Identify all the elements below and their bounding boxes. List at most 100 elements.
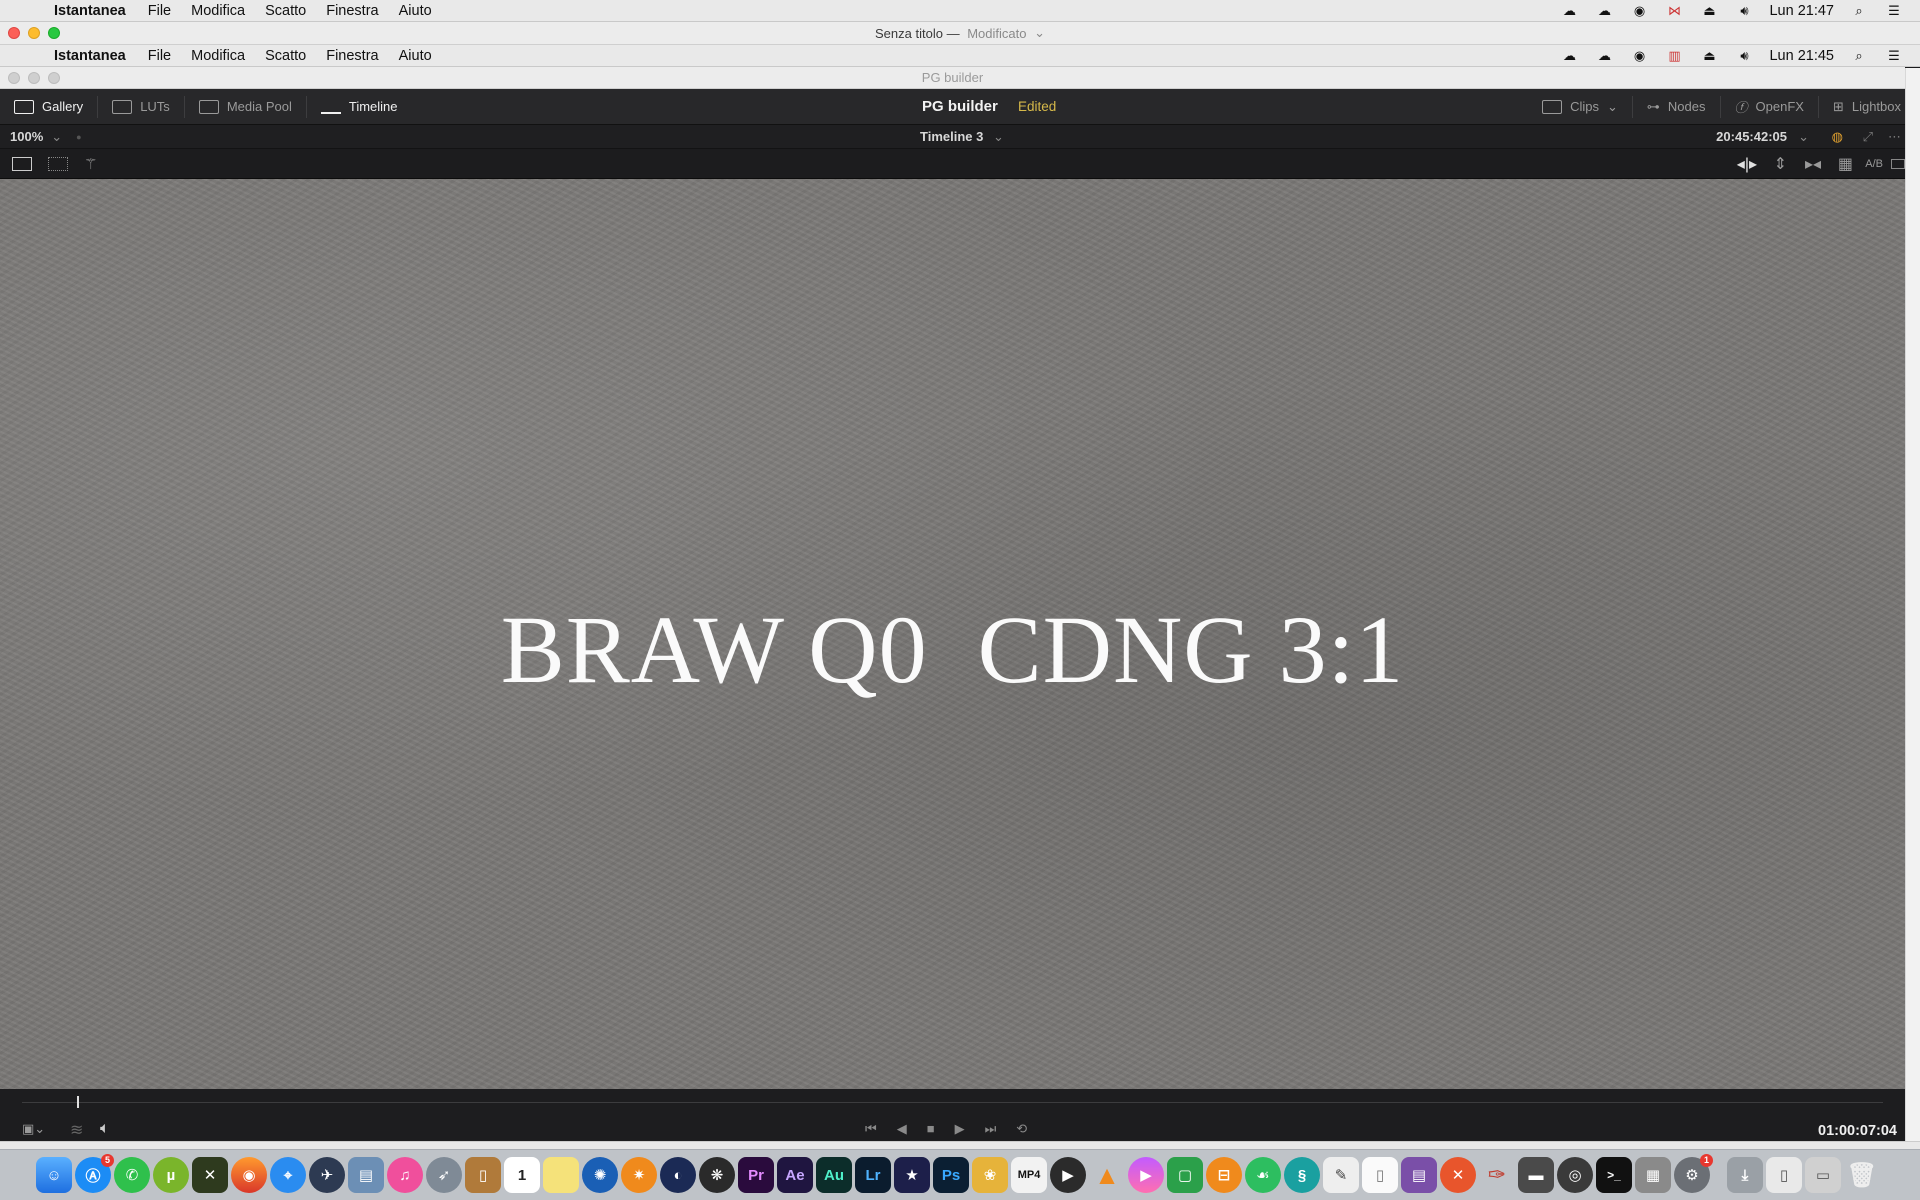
davinci-icon[interactable]: ✺ bbox=[582, 1157, 618, 1193]
texteditor-icon[interactable]: ✎ bbox=[1323, 1157, 1359, 1193]
lightroom-icon[interactable]: Lr bbox=[855, 1157, 891, 1193]
infuse-icon[interactable]: ▶ bbox=[1128, 1157, 1164, 1193]
ab-toggle[interactable]: A/B bbox=[1865, 158, 1883, 170]
launchpad-icon[interactable]: ➶ bbox=[426, 1157, 462, 1193]
maps-icon[interactable]: ✕ bbox=[192, 1157, 228, 1193]
screenshot-icon[interactable]: ▭ bbox=[1805, 1157, 1841, 1193]
cinema4d-icon[interactable]: ◐ bbox=[660, 1157, 696, 1193]
play-icon[interactable]: ▶ bbox=[955, 1121, 965, 1137]
menu-file[interactable]: File bbox=[148, 3, 171, 19]
app-store-icon[interactable]: Ⓐ 5 bbox=[75, 1154, 114, 1193]
utorrent-icon[interactable]: µ bbox=[153, 1157, 189, 1193]
video-viewer[interactable]: BRAW Q0 CDNG 3:1 bbox=[0, 179, 1905, 1089]
resolve-icon[interactable]: ❋ bbox=[699, 1157, 735, 1193]
pencil-icon[interactable]: ✑ bbox=[1479, 1157, 1515, 1193]
safari-icon[interactable]: ⌖ bbox=[270, 1157, 306, 1193]
viewer-mode-icon[interactable]: ▣⌄ bbox=[22, 1121, 45, 1137]
fullscreen-icon[interactable]: ⤢ bbox=[1863, 129, 1873, 145]
tab-openfx[interactable]: ⓕ OpenFX bbox=[1721, 89, 1818, 124]
chevron-down-icon[interactable]: ⌄ bbox=[1798, 129, 1809, 145]
tab-luts[interactable]: LUTs bbox=[98, 89, 184, 124]
gallery-view-icon[interactable] bbox=[48, 156, 68, 171]
scrubber-track[interactable] bbox=[22, 1102, 1883, 1103]
archive-icon[interactable]: ▦ bbox=[1635, 1157, 1671, 1193]
menu-scatto[interactable]: Scatto bbox=[265, 3, 306, 19]
disk-icon[interactable]: ◎ bbox=[1557, 1157, 1593, 1193]
go-to-end-icon[interactable]: ⏭ bbox=[985, 1121, 997, 1137]
chevron-down-icon[interactable]: ⌄ bbox=[1034, 25, 1045, 41]
imovie-icon[interactable]: ★ bbox=[894, 1157, 930, 1193]
notes-icon[interactable] bbox=[543, 1157, 579, 1193]
tab-clips[interactable]: Clips ⌄ bbox=[1528, 89, 1632, 124]
chevron-down-icon[interactable]: ⌄ bbox=[51, 129, 62, 145]
zoom-level[interactable]: 100% bbox=[10, 129, 43, 144]
play-reverse-icon[interactable]: ◀ bbox=[897, 1121, 907, 1137]
blender-icon[interactable]: ✷ bbox=[621, 1157, 657, 1193]
player-icon[interactable]: ▶ bbox=[1050, 1157, 1086, 1193]
xmind-icon[interactable]: ✕ bbox=[1440, 1157, 1476, 1193]
books-icon[interactable]: ▯ bbox=[465, 1157, 501, 1193]
source-timecode[interactable]: 20:45:42:05 bbox=[1716, 129, 1787, 144]
notification-center-icon[interactable]: ☰ bbox=[1884, 3, 1904, 18]
horizontal-scrollbar[interactable] bbox=[0, 1141, 1920, 1149]
zoom-icon[interactable] bbox=[48, 27, 60, 39]
tab-lightbox[interactable]: ⊞ Lightbox bbox=[1819, 89, 1905, 124]
volume-icon[interactable]: 🔈︎ bbox=[100, 1120, 110, 1138]
firefox-icon[interactable]: ◉ bbox=[231, 1157, 267, 1193]
scanner-icon[interactable]: ▬ bbox=[1518, 1157, 1554, 1193]
chevron-down-icon[interactable]: ⌄ bbox=[993, 129, 1004, 145]
vertical-scrollbar[interactable] bbox=[1905, 68, 1920, 1141]
magic-wand-icon[interactable]: ⚚ bbox=[84, 155, 97, 173]
shazam-icon[interactable]: § bbox=[1284, 1157, 1320, 1193]
evernote-icon[interactable]: ☙ bbox=[1245, 1157, 1281, 1193]
istat-icon[interactable]: ⋈ bbox=[1664, 3, 1684, 18]
stop-icon[interactable]: ■ bbox=[927, 1121, 935, 1137]
premiere-icon[interactable]: Pr bbox=[738, 1157, 774, 1193]
whatsapp-icon[interactable]: ✆ bbox=[114, 1157, 150, 1193]
menu-finestra[interactable]: Finestra bbox=[326, 3, 378, 19]
aftereffects-icon[interactable]: Ae bbox=[777, 1157, 813, 1193]
trash-icon[interactable]: 🗑︎ bbox=[1844, 1157, 1880, 1193]
layers-icon[interactable]: ≋ bbox=[70, 1120, 83, 1140]
nvidia-icon[interactable]: ◉ bbox=[1629, 3, 1649, 18]
single-viewer-icon[interactable] bbox=[12, 156, 32, 171]
photos-icon[interactable]: ▤ bbox=[348, 1157, 384, 1193]
volume-icon[interactable]: 🔊︎ bbox=[1734, 3, 1754, 18]
tab-media-pool[interactable]: Media Pool bbox=[185, 89, 306, 124]
close-icon[interactable] bbox=[8, 27, 20, 39]
panel-icon[interactable] bbox=[1891, 158, 1905, 169]
document-icon[interactable]: ▯ bbox=[1766, 1157, 1802, 1193]
record-timecode[interactable]: 01:00:07:04 bbox=[1818, 1123, 1897, 1139]
itunes-icon[interactable]: ♫ bbox=[387, 1157, 423, 1193]
terminal-icon[interactable]: >_ bbox=[1596, 1157, 1632, 1193]
clock[interactable]: Lun 21:47 bbox=[1769, 3, 1834, 19]
mp4-icon[interactable]: MP4 bbox=[1011, 1157, 1047, 1193]
wipe-icon[interactable]: ▸◂ bbox=[1805, 154, 1821, 174]
finder-icon[interactable]: ☺ bbox=[36, 1157, 72, 1193]
menu-modifica[interactable]: Modifica bbox=[191, 3, 245, 19]
color-wheel-icon[interactable]: ◍ bbox=[1832, 129, 1843, 145]
eject-icon[interactable]: ⏏ bbox=[1699, 3, 1719, 18]
downloads-icon[interactable]: ⤓ bbox=[1727, 1157, 1763, 1193]
vlc-icon[interactable]: ▲ bbox=[1089, 1157, 1125, 1193]
tab-timeline[interactable]: Timeline bbox=[307, 89, 412, 124]
settings-icon[interactable]: ⚙ 1 bbox=[1674, 1154, 1713, 1193]
sketch-icon[interactable]: ❀ bbox=[972, 1157, 1008, 1193]
audition-icon[interactable]: Au bbox=[816, 1157, 852, 1193]
minimize-icon[interactable] bbox=[28, 27, 40, 39]
rar-icon[interactable]: ▤ bbox=[1401, 1157, 1437, 1193]
spotlight-icon[interactable]: ⌕ bbox=[1849, 3, 1869, 18]
tab-gallery[interactable]: Gallery bbox=[0, 89, 97, 124]
menu-aiuto[interactable]: Aiuto bbox=[399, 3, 432, 19]
timeline-name[interactable]: Timeline 3 bbox=[920, 129, 983, 144]
onedrive-icon[interactable]: ☁ bbox=[1594, 3, 1614, 18]
menu-app-name[interactable]: Istantanea bbox=[54, 3, 126, 19]
ibooks-icon[interactable]: ⊟ bbox=[1206, 1157, 1242, 1193]
checker-icon[interactable]: ▦ bbox=[1838, 154, 1853, 174]
tab-nodes[interactable]: ⊶ Nodes bbox=[1633, 89, 1720, 124]
go-to-start-icon[interactable]: ⏮ bbox=[865, 1121, 877, 1137]
loop-icon[interactable]: ⟲ bbox=[1016, 1121, 1027, 1137]
calendar-icon[interactable]: 1 bbox=[504, 1157, 540, 1193]
file-icon[interactable]: ▯ bbox=[1362, 1157, 1398, 1193]
playhead[interactable] bbox=[77, 1096, 79, 1108]
